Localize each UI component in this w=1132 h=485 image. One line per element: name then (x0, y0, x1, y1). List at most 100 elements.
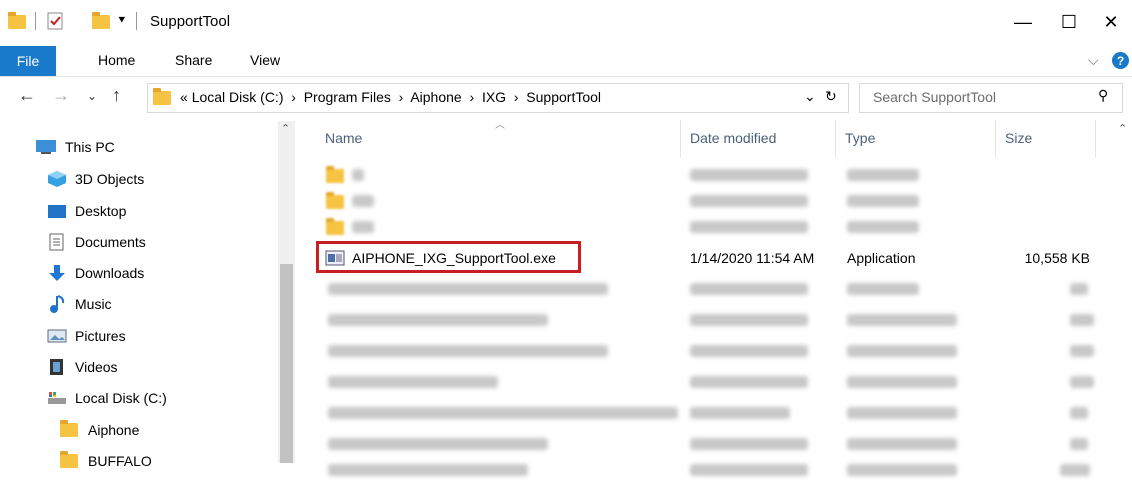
folder-icon (153, 88, 171, 105)
column-type[interactable]: Type (845, 130, 875, 146)
nav-item-aiphone[interactable]: Aiphone (60, 416, 139, 444)
divider (1095, 120, 1096, 158)
properties-icon[interactable] (47, 12, 65, 30)
nav-label: 3D Objects (75, 171, 145, 187)
up-icon[interactable]: ↑ (112, 85, 121, 106)
list-item[interactable] (320, 212, 1100, 242)
pictures-icon (47, 329, 67, 343)
local-disk-icon (48, 392, 66, 404)
scroll-up-icon[interactable]: ⌃ (1118, 122, 1127, 135)
breadcrumb: « Local Disk (C:) › Program Files › Aiph… (180, 89, 602, 105)
nav-label: Videos (75, 359, 118, 375)
nav-label: Music (75, 296, 112, 312)
nav-scrollbar-thumb[interactable] (280, 264, 293, 463)
nav-label: Aiphone (88, 422, 140, 438)
breadcrumb-local-disk[interactable]: Local Disk (C:) (192, 89, 284, 105)
folder-icon (8, 12, 26, 29)
search-placeholder: Search SupportTool (873, 89, 996, 105)
sort-ascending-icon: ︿ (495, 120, 505, 131)
nav-item-local-disk[interactable]: Local Disk (C:) (47, 384, 167, 412)
divider (995, 120, 996, 158)
file-type: Application (847, 250, 916, 266)
refresh-icon[interactable]: ↻ (825, 88, 837, 105)
list-item[interactable] (320, 305, 1100, 335)
breadcrumb-aiphone[interactable]: Aiphone (410, 89, 461, 105)
breadcrumb-overflow[interactable]: « (180, 89, 188, 105)
chevron-down-icon[interactable]: ⌵ (1088, 52, 1099, 69)
blurred-type (847, 221, 919, 233)
nav-item-pictures[interactable]: Pictures (47, 322, 126, 350)
nav-item-this-pc[interactable]: This PC (35, 133, 115, 161)
divider (136, 12, 137, 30)
nav-item-downloads[interactable]: Downloads (47, 259, 144, 287)
column-date-modified[interactable]: Date modified (690, 130, 776, 146)
tab-view[interactable]: View (250, 52, 280, 68)
blurred-name (352, 169, 364, 181)
blurred-type (847, 195, 919, 207)
list-item[interactable] (320, 455, 1100, 485)
column-header-row: ︿ Name Date modified Type Size (310, 120, 1120, 158)
nav-label: Downloads (75, 265, 145, 281)
title-bar: ⯆ SupportTool — ☐ ✕ (0, 0, 1132, 44)
tab-home[interactable]: Home (98, 52, 135, 68)
search-icon[interactable]: ⚲ (1098, 87, 1108, 104)
address-dropdown-icon[interactable]: ⌄ (804, 88, 816, 105)
nav-item-desktop[interactable]: Desktop (47, 197, 126, 225)
blurred-date (690, 195, 808, 207)
column-name[interactable]: Name (325, 130, 362, 146)
minimize-button[interactable]: — (1000, 0, 1046, 44)
nav-label: Desktop (75, 203, 127, 219)
tab-share[interactable]: Share (175, 52, 212, 68)
file-list-scrollbar[interactable] (1115, 121, 1132, 463)
breadcrumb-program-files[interactable]: Program Files (304, 89, 391, 105)
forward-icon[interactable]: → (52, 85, 70, 106)
3d-objects-icon (48, 171, 66, 187)
nav-item-buffalo[interactable]: BUFFALO (60, 447, 152, 475)
column-size[interactable]: Size (1005, 130, 1032, 146)
videos-icon (50, 359, 63, 375)
ribbon: File Home Share View ⌵ ? (0, 44, 1132, 77)
this-pc-icon (36, 140, 56, 154)
breadcrumb-supporttool[interactable]: SupportTool (526, 89, 601, 105)
list-item[interactable] (320, 367, 1100, 397)
blurred-date (690, 169, 808, 181)
folder-icon (326, 218, 344, 235)
customize-quick-access-icon[interactable]: ⯆ (117, 13, 127, 28)
breadcrumb-ixg[interactable]: IXG (482, 89, 506, 105)
nav-label: Local Disk (C:) (75, 390, 167, 406)
nav-label: Pictures (75, 328, 126, 344)
list-item[interactable] (320, 274, 1100, 304)
nav-label: Documents (75, 234, 146, 250)
desktop-icon (48, 205, 66, 218)
folder-icon (60, 451, 78, 468)
nav-item-documents[interactable]: Documents (47, 228, 146, 256)
scroll-up-icon[interactable]: ⌃ (281, 122, 290, 135)
nav-item-music[interactable]: Music (47, 290, 112, 318)
nav-item-videos[interactable]: Videos (47, 353, 118, 381)
tab-file[interactable]: File (0, 46, 56, 76)
help-icon[interactable]: ? (1112, 52, 1129, 69)
new-folder-icon[interactable] (92, 12, 110, 29)
list-item[interactable] (320, 398, 1100, 428)
blurred-type (847, 169, 919, 181)
recent-locations-icon[interactable]: ⌄ (87, 89, 97, 103)
music-icon (50, 295, 65, 313)
folder-icon (326, 166, 344, 183)
file-date: 1/14/2020 11:54 AM (690, 250, 815, 266)
nav-label: BUFFALO (88, 453, 152, 469)
blurred-date (690, 221, 808, 233)
folder-icon (60, 420, 78, 437)
close-button[interactable]: ✕ (1088, 0, 1132, 44)
maximize-button[interactable]: ☐ (1046, 0, 1092, 44)
divider (680, 120, 681, 158)
folder-icon (326, 192, 344, 209)
back-icon[interactable]: ← (18, 85, 36, 106)
blurred-name (352, 221, 374, 233)
list-item[interactable] (320, 336, 1100, 366)
downloads-icon (49, 265, 65, 281)
documents-icon (49, 233, 64, 251)
window-title: SupportTool (150, 13, 231, 30)
blurred-name (352, 195, 374, 207)
nav-label: This PC (65, 139, 115, 155)
nav-item-3d-objects[interactable]: 3D Objects (47, 165, 144, 193)
